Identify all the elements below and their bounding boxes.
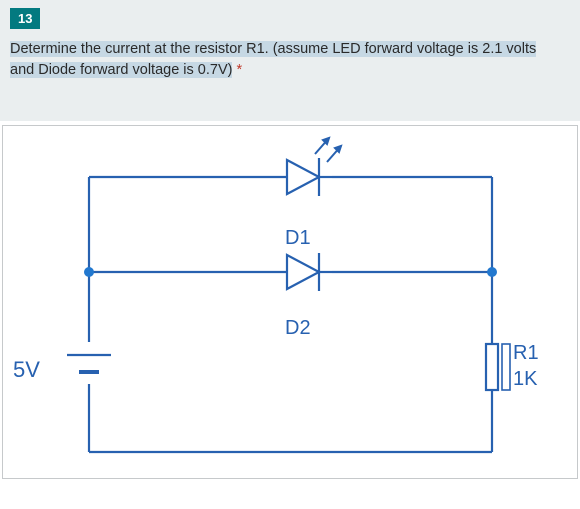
circuit-diagram-container: 5V D1 D2 R1 1K (2, 125, 578, 479)
question-number-badge: 13 (10, 8, 40, 29)
diode2-label: D2 (285, 317, 311, 340)
question-header: 13 Determine the current at the resistor… (0, 0, 580, 91)
spacer-strip (0, 91, 580, 121)
prompt-text-line2: and Diode forward voltage is 0.7V) (10, 62, 232, 78)
diode1-label: D1 (285, 227, 311, 250)
diode-icon (287, 253, 332, 291)
led-icon (287, 138, 341, 196)
voltage-source-label: 5V (13, 357, 40, 383)
circuit-svg (7, 132, 567, 472)
circuit-diagram: 5V D1 D2 R1 1K (7, 132, 567, 472)
required-asterisk: * (237, 62, 243, 78)
prompt-text-line1: Determine the current at the resistor R1… (10, 41, 536, 57)
resistor-value: 1K (513, 368, 537, 391)
question-prompt: Determine the current at the resistor R1… (10, 39, 570, 81)
resistor-label: R1 (513, 342, 539, 365)
